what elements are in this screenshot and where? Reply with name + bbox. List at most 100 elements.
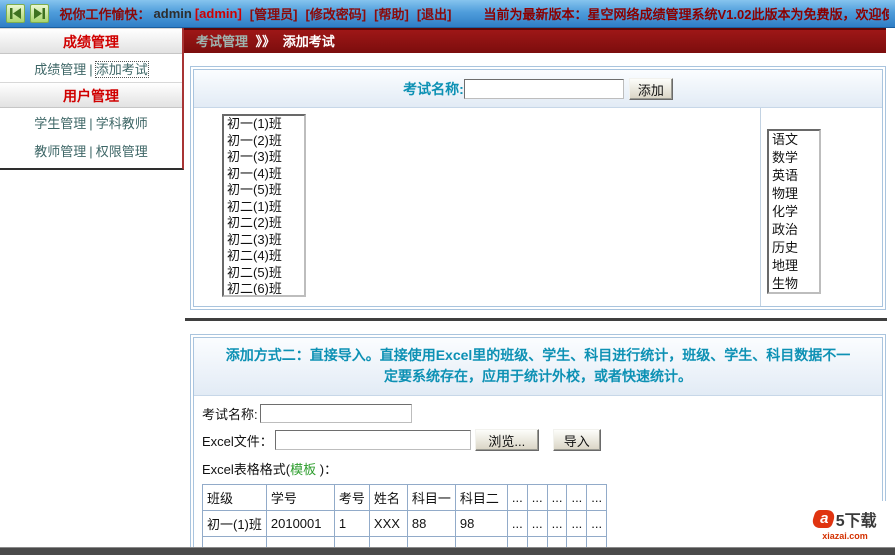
user-tag: [admin] bbox=[194, 6, 242, 21]
menu-row: 学生管理 | 学科教师 bbox=[0, 108, 182, 136]
class-option[interactable]: 初一(4)班 bbox=[224, 166, 304, 183]
table-header-cell: ... bbox=[506, 484, 528, 511]
excel-file-input[interactable] bbox=[274, 430, 471, 450]
menu-header-scores: 成绩管理 bbox=[0, 28, 182, 54]
subject-option[interactable]: 历史 bbox=[769, 239, 819, 257]
subject-option[interactable]: 地理 bbox=[769, 257, 819, 275]
table-header-row: 班级 学号 考号 姓名 科目一 科目二............... bbox=[202, 484, 608, 511]
topbar-link[interactable]: [帮助] bbox=[374, 7, 409, 22]
browse-button[interactable]: 浏览... bbox=[474, 429, 539, 451]
add-button[interactable]: 添加 bbox=[628, 77, 673, 100]
import-button[interactable]: 导入 bbox=[552, 429, 601, 451]
import-intro-text: 添加方式二：直接导入。直接使用Excel里的班级、学生、科目进行统计，班级、学生… bbox=[225, 347, 851, 384]
menu-row: 成绩管理 | 添加考试 bbox=[0, 54, 182, 82]
topbar-links: [管理员] [修改密码] [帮助] [退出] bbox=[246, 4, 456, 24]
table-header-cell: 班级 bbox=[202, 484, 267, 511]
add-exam-panel: 考试名称: 添加 初一(1)班 初一(2)班 初一(3)班 初一(4)班 初一(5)班初… bbox=[190, 66, 886, 310]
breadcrumb-current: 添加考试 bbox=[282, 34, 335, 49]
main-content: 考试管理 》》 添加考试 考试名称: 添加 初一(1)班 初一(2)班 初一(3)班… bbox=[184, 28, 895, 555]
table-cell: 1 bbox=[333, 510, 370, 537]
class-option[interactable]: 初二(2)班 bbox=[224, 215, 304, 232]
class-option[interactable]: 初二(5)班 bbox=[224, 265, 304, 282]
subject-option[interactable]: 语文 bbox=[769, 131, 819, 149]
subject-listbox[interactable]: 语文 数学 英语 物理 化学 政治 历史 地理 生物 bbox=[767, 129, 821, 294]
topbar-link[interactable]: [修改密码] bbox=[305, 7, 366, 22]
template-link[interactable]: 模板 bbox=[290, 462, 316, 477]
subject-cell: 语文 数学 英语 物理 化学 政治 历史 地理 生物 bbox=[760, 108, 882, 306]
table-header-cell: 姓名 bbox=[368, 484, 408, 511]
add-exam-form-row: 考试名称: 添加 bbox=[194, 70, 882, 108]
format-line: Excel表格格式(模板 )： bbox=[202, 459, 882, 478]
import-panel-inner: 添加方式二：直接导入。直接使用Excel里的班级、学生、科目进行统计，班级、学生… bbox=[193, 337, 883, 555]
nav-first-icon[interactable] bbox=[6, 4, 25, 23]
format-prefix: Excel表格格式( bbox=[202, 462, 291, 477]
a5-download-logo[interactable]: a 5下载 xiazai.com bbox=[799, 501, 891, 547]
class-option[interactable]: 初二(1)班 bbox=[224, 199, 304, 216]
menu-header-users: 用户管理 bbox=[0, 82, 182, 108]
topbar-link[interactable]: [退出] bbox=[417, 7, 452, 22]
table-cell: ... bbox=[566, 510, 588, 537]
table-cell: ... bbox=[546, 510, 568, 537]
sidebar-item-score-manage[interactable]: 成绩管理 bbox=[34, 62, 86, 77]
logo-mark: a 5下载 bbox=[810, 507, 877, 531]
table-header-cell: 科目二 bbox=[454, 484, 508, 511]
excel-file-row: Excel文件： 浏览... 导入 bbox=[202, 429, 882, 451]
topbar: 祝你工作愉快： admin [admin] [管理员] [修改密码] [帮助] [退出] … bbox=[0, 0, 895, 28]
table-header-cell: 学号 bbox=[265, 484, 335, 511]
subject-option[interactable]: 政治 bbox=[769, 221, 819, 239]
table-cell: 98 bbox=[454, 510, 508, 537]
sidebar-menu: 成绩管理 成绩管理 | 添加考试 用户管理 学生管理 | 学科教师 教师管理 | 权限管理 bbox=[0, 28, 184, 170]
section-divider bbox=[185, 318, 887, 321]
version-marquee: 当前为最新版本：星空网络成绩管理系统V1.02此版本为免费版，欢迎使 bbox=[483, 7, 889, 22]
sidebar-item-student-manage[interactable]: 学生管理 bbox=[34, 116, 86, 131]
subject-option[interactable]: 数学 bbox=[769, 149, 819, 167]
class-listbox[interactable]: 初一(1)班 初一(2)班 初一(3)班 初一(4)班 初一(5)班 初二(1)班 初二(2… bbox=[222, 114, 306, 297]
import-exam-name-input[interactable] bbox=[259, 404, 412, 423]
breadcrumb: 考试管理 》》 添加考试 bbox=[184, 28, 886, 53]
table-header-cell: 考号 bbox=[333, 484, 370, 511]
import-panel: 添加方式二：直接导入。直接使用Excel里的班级、学生、科目进行统计，班级、学生… bbox=[190, 334, 886, 555]
subject-option[interactable]: 英语 bbox=[769, 167, 819, 185]
class-option[interactable]: 初二(3)班 bbox=[224, 232, 304, 249]
menu-separator: | bbox=[89, 116, 93, 131]
table-header-cell: ... bbox=[586, 484, 608, 511]
import-intro: 添加方式二：直接导入。直接使用Excel里的班级、学生、科目进行统计，班级、学生… bbox=[194, 338, 882, 396]
sidebar-item-subject-teacher[interactable]: 学科教师 bbox=[96, 116, 148, 131]
class-option[interactable]: 初一(2)班 bbox=[224, 133, 304, 150]
exam-name-label: 考试名称: bbox=[403, 80, 464, 97]
topbar-link[interactable]: [管理员] bbox=[250, 7, 298, 22]
table-row: 初一(1)班 2010001 1 XXX 88 98............... bbox=[202, 510, 608, 537]
class-option[interactable]: 初一(3)班 bbox=[224, 149, 304, 166]
table-cell: 初一(1)班 bbox=[202, 510, 267, 537]
class-option[interactable]: 初二(6)班 bbox=[224, 281, 304, 295]
bottom-bar bbox=[0, 547, 895, 555]
format-suffix: )： bbox=[316, 462, 338, 477]
import-exam-name-row: 考试名称: bbox=[202, 404, 882, 423]
sidebar-item-permission-manage[interactable]: 权限管理 bbox=[96, 144, 148, 159]
table-header-cell: ... bbox=[566, 484, 588, 511]
subject-option[interactable]: 生物 bbox=[769, 275, 819, 292]
class-option[interactable]: 初二(4)班 bbox=[224, 248, 304, 265]
table-header-cell: ... bbox=[526, 484, 548, 511]
subject-option[interactable]: 物理 bbox=[769, 185, 819, 203]
exam-name-input[interactable] bbox=[463, 78, 624, 99]
breadcrumb-parent[interactable]: 考试管理 bbox=[196, 34, 248, 49]
logo-label: 5下载 bbox=[835, 513, 877, 530]
table-cell: ... bbox=[526, 510, 548, 537]
menu-separator: | bbox=[89, 62, 93, 77]
logo-domain: xiazai.com bbox=[822, 531, 868, 541]
menu-row: 教师管理 | 权限管理 bbox=[0, 136, 182, 164]
class-option[interactable]: 初一(1)班 bbox=[224, 116, 304, 133]
username: admin bbox=[153, 6, 192, 21]
sidebar-item-add-exam[interactable]: 添加考试 bbox=[94, 61, 149, 78]
table-cell: 88 bbox=[406, 510, 456, 537]
page-root: 祝你工作愉快： admin [admin] [管理员] [修改密码] [帮助] [退出] … bbox=[0, 0, 895, 555]
breadcrumb-separator: 》》 bbox=[255, 34, 276, 49]
nav-last-icon[interactable] bbox=[29, 4, 49, 23]
sidebar: 成绩管理 成绩管理 | 添加考试 用户管理 学生管理 | 学科教师 教师管理 | 权限管理 bbox=[0, 28, 184, 547]
add-exam-panel-inner: 考试名称: 添加 初一(1)班 初一(2)班 初一(3)班 初一(4)班 初一(5)班初… bbox=[193, 69, 883, 307]
menu-separator: | bbox=[89, 144, 93, 159]
sidebar-item-teacher-manage[interactable]: 教师管理 bbox=[34, 144, 86, 159]
subject-option[interactable]: 化学 bbox=[769, 203, 819, 221]
class-option[interactable]: 初一(5)班 bbox=[224, 182, 304, 199]
